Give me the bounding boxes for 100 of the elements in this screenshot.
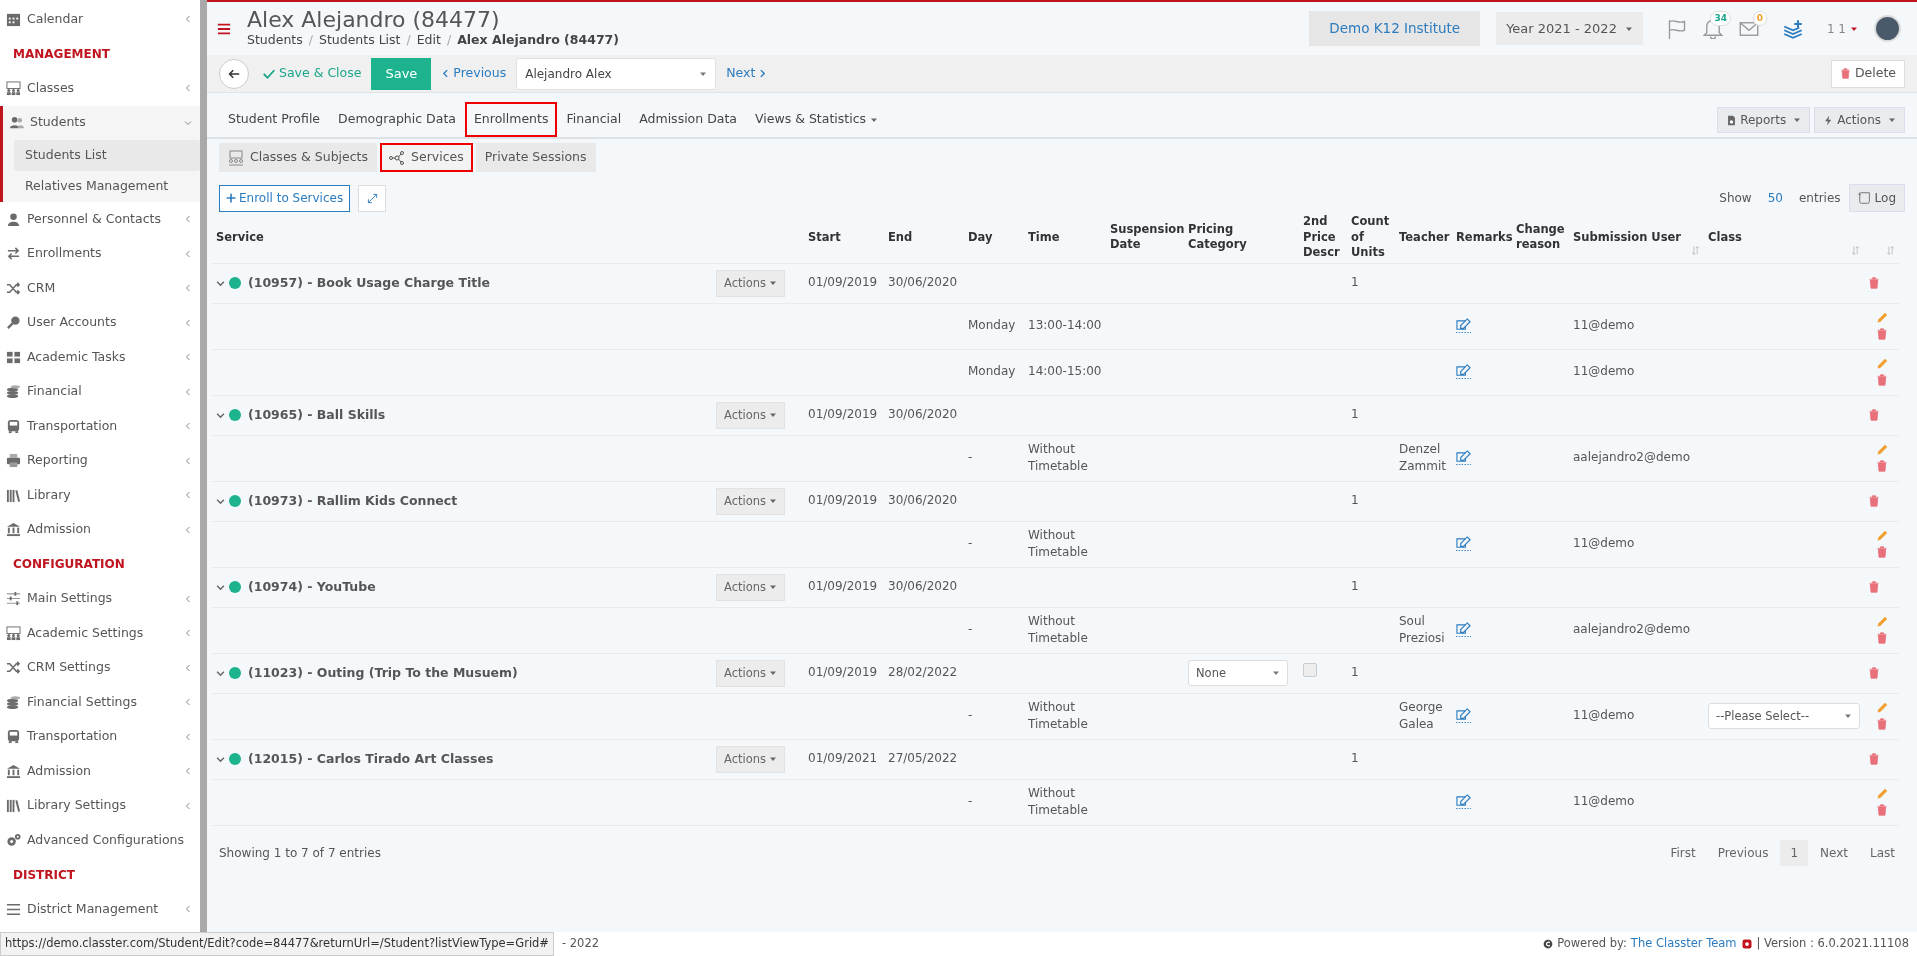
pencil-icon[interactable] xyxy=(1875,616,1888,629)
tab[interactable]: Demographic Data xyxy=(329,102,465,137)
sidebar-item[interactable]: Library Settings xyxy=(0,788,200,823)
previous-link[interactable]: Previous xyxy=(441,64,507,83)
next-link[interactable]: Next xyxy=(726,64,768,83)
delete-button[interactable]: Delete xyxy=(1830,59,1905,88)
sidebar-item[interactable]: Transportation xyxy=(0,719,200,754)
pagination-link[interactable]: First xyxy=(1660,839,1706,866)
pagination-link[interactable]: Previous xyxy=(1707,839,1779,866)
sidebar-item[interactable]: Admission xyxy=(0,754,200,789)
trash-icon[interactable] xyxy=(1875,632,1888,645)
trash-icon[interactable] xyxy=(1875,804,1888,817)
edit-icon[interactable] xyxy=(1456,450,1471,466)
sidebar-item[interactable]: Enrollments xyxy=(0,236,200,271)
sidebar-item[interactable]: Personnel & Contacts xyxy=(0,202,200,237)
checkbox[interactable] xyxy=(1303,663,1317,678)
enroll-button[interactable]: Enroll to Services xyxy=(219,184,351,212)
pricing-select[interactable]: None xyxy=(1188,660,1288,687)
pencil-icon[interactable] xyxy=(1875,444,1888,457)
actions-button[interactable]: Actions xyxy=(716,573,785,601)
sidebar-subitem[interactable]: Relatives Management xyxy=(3,171,200,202)
subtab[interactable]: Private Sessions xyxy=(475,143,596,172)
trash-icon[interactable] xyxy=(1875,718,1888,731)
chevron-down-icon[interactable] xyxy=(216,668,225,678)
breadcrumb-link[interactable]: Edit xyxy=(416,30,441,50)
year-dropdown[interactable]: Year 2021 - 2022 xyxy=(1496,11,1643,46)
institute-button[interactable]: Demo K12 Institute xyxy=(1309,11,1481,46)
sort-icon[interactable] xyxy=(1851,245,1860,255)
pencil-icon[interactable] xyxy=(1875,702,1888,715)
pagination-link[interactable]: Last xyxy=(1860,839,1905,866)
pencil-icon[interactable] xyxy=(1875,358,1888,371)
sidebar-item[interactable]: Transportation xyxy=(0,409,200,444)
tab[interactable]: Financial xyxy=(557,102,631,137)
tab[interactable]: Admission Data xyxy=(630,102,746,137)
edit-icon[interactable] xyxy=(1456,536,1471,552)
actions-button[interactable]: Actions xyxy=(716,659,785,687)
chevron-down-icon[interactable] xyxy=(216,754,225,764)
edit-icon[interactable] xyxy=(1456,794,1471,810)
layers-plus-icon[interactable] xyxy=(1782,18,1803,39)
tab[interactable]: Views & Statistics xyxy=(746,102,888,137)
sidebar-item[interactable]: Financial Settings xyxy=(0,685,200,720)
sidebar-item[interactable]: Students xyxy=(3,105,200,140)
pagination-link[interactable]: 1 xyxy=(1780,839,1809,866)
avatar[interactable] xyxy=(1874,15,1901,42)
sidebar-item[interactable]: Financial xyxy=(0,374,200,409)
trash-icon[interactable] xyxy=(1868,276,1880,289)
edit-icon[interactable] xyxy=(1456,622,1471,638)
trash-icon[interactable] xyxy=(1875,374,1888,387)
menu-button[interactable]: Actions xyxy=(1814,107,1905,133)
edit-icon[interactable] xyxy=(1456,708,1471,724)
pencil-icon[interactable] xyxy=(1875,312,1888,325)
back-button[interactable] xyxy=(219,58,249,89)
team-link[interactable]: The Classter Team xyxy=(1630,935,1737,953)
class-select[interactable]: --Please Select-- xyxy=(1708,703,1860,730)
sidebar-item[interactable]: Academic Settings xyxy=(0,616,200,651)
edit-icon[interactable] xyxy=(1456,318,1471,334)
chevron-down-icon[interactable] xyxy=(216,582,225,592)
subtab[interactable]: Classes & Subjects xyxy=(219,143,378,172)
sidebar-item[interactable]: Library xyxy=(0,478,200,513)
sidebar-item[interactable]: Advanced Configurations xyxy=(0,823,200,858)
sidebar-item[interactable]: District Management xyxy=(0,892,200,927)
sort-icon[interactable] xyxy=(1886,245,1895,255)
trash-icon[interactable] xyxy=(1875,460,1888,473)
sidebar-item[interactable]: Classes xyxy=(0,71,200,106)
actions-button[interactable]: Actions xyxy=(716,745,785,773)
user-menu[interactable]: 1 1 xyxy=(1826,19,1858,38)
actions-button[interactable]: Actions xyxy=(716,401,785,429)
breadcrumb-link[interactable]: Students List xyxy=(318,30,401,50)
log-button[interactable]: Log xyxy=(1848,184,1905,212)
trash-icon[interactable] xyxy=(1868,580,1880,593)
breadcrumb-link[interactable]: Students xyxy=(247,30,303,50)
chevron-down-icon[interactable] xyxy=(216,278,225,288)
actions-button[interactable]: Actions xyxy=(716,269,785,297)
pagination-link[interactable]: Next xyxy=(1810,839,1858,866)
sidebar-item[interactable]: Main Settings xyxy=(0,581,200,616)
page-size[interactable]: 50 xyxy=(1767,189,1783,207)
pencil-icon[interactable] xyxy=(1875,530,1888,543)
sidebar-item[interactable]: Academic Tasks xyxy=(0,340,200,375)
trash-icon[interactable] xyxy=(1868,752,1880,765)
pencil-icon[interactable] xyxy=(1875,788,1888,801)
chevron-down-icon[interactable] xyxy=(216,496,225,506)
flag-icon[interactable] xyxy=(1666,18,1687,39)
sidebar-item[interactable]: CRM Settings xyxy=(0,650,200,685)
sidebar-item[interactable]: CRM xyxy=(0,271,200,306)
trash-icon[interactable] xyxy=(1868,408,1880,421)
sidebar-item[interactable]: Reporting xyxy=(0,443,200,478)
trash-icon[interactable] xyxy=(1868,494,1880,507)
tab[interactable]: Student Profile xyxy=(219,102,330,137)
trash-icon[interactable] xyxy=(1868,666,1880,679)
sort-icon[interactable] xyxy=(1691,245,1700,255)
tab[interactable]: Enrollments xyxy=(464,102,558,137)
trash-icon[interactable] xyxy=(1875,546,1888,559)
sidebar-item[interactable]: Admission xyxy=(0,512,200,547)
student-select[interactable]: Alejandro Alex xyxy=(516,57,717,90)
actions-button[interactable]: Actions xyxy=(716,487,785,515)
subtab[interactable]: Services xyxy=(380,143,473,172)
edit-icon[interactable] xyxy=(1456,364,1471,380)
menu-button[interactable]: Reports xyxy=(1717,107,1811,133)
menu-icon[interactable] xyxy=(217,21,231,36)
expand-button[interactable] xyxy=(358,184,387,212)
